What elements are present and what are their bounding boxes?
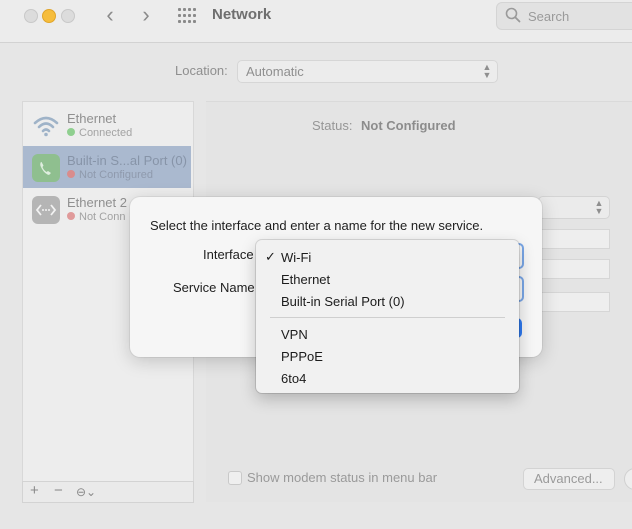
show-modem-status-label: Show modem status in menu bar [247,470,438,485]
menu-item-wifi[interactable]: ✓ Wi-Fi [256,247,519,267]
service-item-ethernet[interactable]: Ethernet Connected [23,104,191,146]
wifi-icon [33,116,59,137]
status-dot-green [67,128,75,136]
ethernet-icon [32,196,60,224]
show-modem-status-checkbox[interactable] [228,471,242,485]
menu-item-built-in-serial-port[interactable]: Built-in Serial Port (0) [256,291,519,311]
interface-menu: ✓ Wi-Fi Ethernet Built-in Serial Port (0… [256,240,519,393]
add-service-button[interactable]: + [30,483,39,499]
search-icon [505,7,521,23]
remove-service-button[interactable]: − [54,483,63,499]
zoom-window-button[interactable] [61,9,75,23]
close-window-button[interactable] [24,9,38,23]
service-action-menu-button[interactable]: ⊖⌄ [76,484,96,500]
service-list-toolbar: + − ⊖⌄ [22,481,194,503]
status-dot-red [67,212,75,220]
status-value: Not Configured [361,118,456,133]
location-value: Automatic [246,64,304,79]
back-icon[interactable]: ‹ [100,4,120,27]
search-placeholder: Search [528,9,570,24]
menu-item-6to4[interactable]: 6to4 [256,368,519,388]
updown-chevron-icon: ▲ ▼ [482,62,492,80]
menu-item-vpn[interactable]: VPN [256,324,519,344]
service-name: Ethernet [67,111,117,126]
menu-item-pppoe[interactable]: PPPoE [256,346,519,366]
minimize-window-button[interactable] [42,9,56,23]
service-status: Not Configured [67,169,153,181]
window-title: Network [212,6,272,23]
location-label: Location: [175,63,228,78]
advanced-button[interactable]: Advanced... [523,468,615,490]
service-status: Not Conn [67,211,125,223]
service-name: Ethernet 2 [67,195,127,210]
menu-item-ethernet[interactable]: Ethernet [256,269,519,289]
service-name-label: Service Name [173,280,255,295]
title-bar: ‹ › Network Search [0,0,632,43]
updown-chevron-icon: ▲ ▼ [594,198,604,216]
sheet-message: Select the interface and enter a name fo… [150,218,484,233]
service-status: Connected [67,127,132,139]
service-item-serial-port[interactable]: Built-in S...al Port (0) Not Configured [23,146,191,188]
configuration-select[interactable]: ▲ ▼ [538,196,610,219]
status-dot-red [67,170,75,178]
interface-label: Interface [203,247,254,262]
checkmark-icon: ✓ [265,249,276,264]
service-name: Built-in S...al Port (0) [67,153,187,168]
status-label: Status: [312,118,353,133]
phone-modem-icon [32,154,60,182]
forward-icon[interactable]: › [136,4,156,27]
menu-separator [270,317,505,318]
location-select[interactable]: Automatic ▲ ▼ [237,60,498,83]
search-field[interactable]: Search [496,2,632,30]
show-all-grid-icon[interactable] [178,8,196,24]
